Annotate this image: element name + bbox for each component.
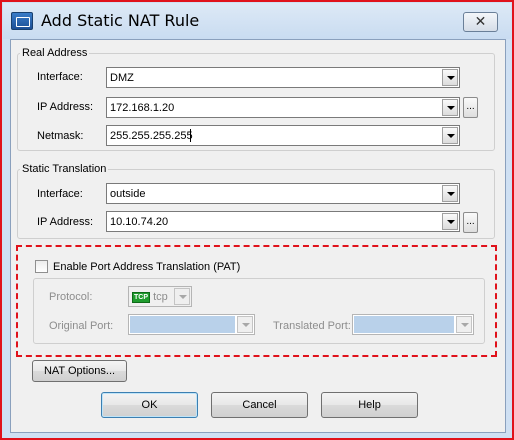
text-caret (190, 129, 191, 142)
protocol-label: Protocol: (49, 291, 93, 303)
original-port-combo[interactable] (128, 314, 255, 335)
mapped-ip-combo[interactable]: 10.10.74.20 (106, 211, 460, 232)
chevron-down-icon[interactable] (442, 213, 458, 230)
real-netmask-combo[interactable]: 255.255.255.255 (106, 125, 460, 146)
title-bar[interactable]: Add Static NAT Rule ✕ (3, 3, 511, 39)
real-netmask-label: Netmask: (37, 130, 84, 142)
mapped-ip-browse-button[interactable]: ... (463, 212, 478, 233)
static-translation-legend: Static Translation (22, 163, 107, 175)
original-port-label: Original Port: (49, 320, 114, 332)
real-interface-label: Interface: (37, 71, 83, 83)
dialog-client-area: Real Address Interface: DMZ IP Address: … (10, 39, 506, 433)
real-ip-browse-button[interactable]: ... (463, 97, 478, 118)
chevron-down-icon[interactable] (237, 316, 253, 333)
translated-port-label: Translated Port: (273, 320, 351, 332)
nat-options-button[interactable]: NAT Options... (32, 360, 127, 382)
real-address-legend: Real Address (22, 47, 88, 59)
real-ip-value: 172.168.1.20 (110, 102, 175, 114)
original-port-field (130, 316, 235, 333)
translated-port-combo[interactable] (352, 314, 474, 335)
chevron-down-icon[interactable] (174, 288, 190, 305)
chevron-down-icon[interactable] (442, 127, 458, 144)
cancel-button[interactable]: Cancel (211, 392, 308, 418)
real-ip-combo[interactable]: 172.168.1.20 (106, 97, 460, 118)
chevron-down-icon[interactable] (442, 185, 458, 202)
mapped-ip-label: IP Address: (37, 216, 94, 228)
ok-button[interactable]: OK (101, 392, 198, 418)
add-static-nat-rule-dialog: Add Static NAT Rule ✕ Real Address Inter… (0, 0, 514, 440)
mapped-ip-value: 10.10.74.20 (110, 216, 169, 228)
protocol-select[interactable]: TCP tcp (128, 286, 192, 307)
mapped-interface-value: outside (110, 188, 146, 200)
enable-pat-checkbox[interactable] (35, 260, 48, 273)
mapped-interface-label: Interface: (37, 188, 83, 200)
enable-pat-label[interactable]: Enable Port Address Translation (PAT) (53, 261, 240, 273)
tcp-icon: TCP (132, 291, 150, 303)
close-button[interactable]: ✕ (463, 12, 498, 32)
real-ip-label: IP Address: (37, 101, 94, 113)
protocol-value-wrap: TCP tcp (132, 291, 168, 303)
chevron-down-icon[interactable] (442, 99, 458, 116)
chevron-down-icon[interactable] (456, 316, 472, 333)
real-interface-select[interactable]: DMZ (106, 67, 460, 88)
real-interface-value: DMZ (110, 72, 134, 84)
help-button[interactable]: Help (321, 392, 418, 418)
dialog-title: Add Static NAT Rule (41, 11, 200, 30)
chevron-down-icon[interactable] (442, 69, 458, 86)
translated-port-field (354, 316, 454, 333)
protocol-value: tcp (153, 291, 168, 303)
real-netmask-value: 255.255.255.255 (110, 130, 193, 142)
mapped-interface-select[interactable]: outside (106, 183, 460, 204)
asdm-app-icon (11, 12, 33, 30)
